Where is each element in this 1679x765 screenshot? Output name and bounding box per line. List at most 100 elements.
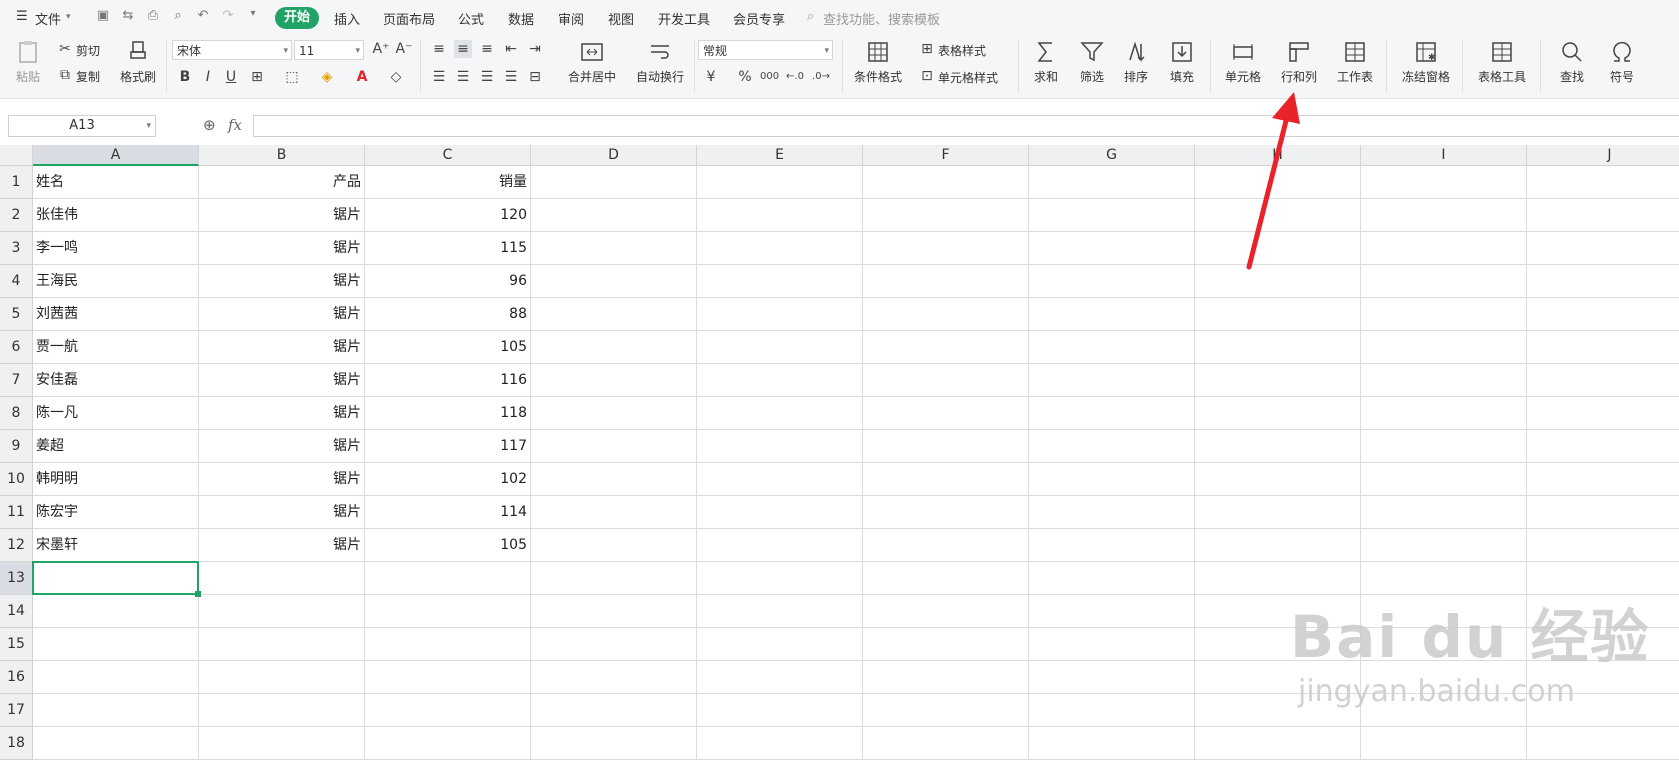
row-header-15[interactable]: 15 bbox=[0, 628, 33, 661]
column-header-g[interactable]: G bbox=[1029, 145, 1195, 166]
row-header-1[interactable]: 1 bbox=[0, 166, 33, 199]
table-style-icon[interactable]: ⊞ bbox=[918, 40, 936, 58]
cell-a10[interactable]: 韩明明 bbox=[33, 463, 199, 496]
export-icon[interactable]: ⇆ bbox=[119, 8, 137, 24]
row-header-10[interactable]: 10 bbox=[0, 463, 33, 496]
cell-c2[interactable]: 120 bbox=[365, 199, 531, 232]
justify-icon[interactable]: ☰ bbox=[502, 68, 520, 86]
cell-e10[interactable] bbox=[697, 463, 863, 496]
cell-b1[interactable]: 产品 bbox=[199, 166, 365, 199]
cell-h18[interactable] bbox=[1195, 727, 1361, 760]
cell-e5[interactable] bbox=[697, 298, 863, 331]
cell-c8[interactable]: 118 bbox=[365, 397, 531, 430]
cell-c3[interactable]: 115 bbox=[365, 232, 531, 265]
cell-g15[interactable] bbox=[1029, 628, 1195, 661]
thousands-button[interactable]: 000 bbox=[760, 68, 779, 86]
cell-h8[interactable] bbox=[1195, 397, 1361, 430]
cell-e9[interactable] bbox=[697, 430, 863, 463]
currency-button[interactable]: ¥ bbox=[702, 68, 720, 86]
cell-j8[interactable] bbox=[1527, 397, 1679, 430]
cell-e1[interactable] bbox=[697, 166, 863, 199]
cell-g17[interactable] bbox=[1029, 694, 1195, 727]
cell-a4[interactable]: 王海民 bbox=[33, 265, 199, 298]
cell-f3[interactable] bbox=[863, 232, 1029, 265]
cell-f16[interactable] bbox=[863, 661, 1029, 694]
tab-formulas[interactable]: 公式 bbox=[458, 9, 484, 28]
search-feature-input[interactable]: 查找功能、搜索模板 bbox=[823, 9, 940, 28]
cell-b4[interactable]: 锯片 bbox=[199, 265, 365, 298]
cell-b17[interactable] bbox=[199, 694, 365, 727]
cell-h7[interactable] bbox=[1195, 364, 1361, 397]
cell-i12[interactable] bbox=[1361, 529, 1527, 562]
cell-fill-pattern-icon[interactable]: ⬚ bbox=[283, 68, 301, 86]
cell-j10[interactable] bbox=[1527, 463, 1679, 496]
cell-b16[interactable] bbox=[199, 661, 365, 694]
row-header-4[interactable]: 4 bbox=[0, 265, 33, 298]
scissors-icon[interactable]: ✂ bbox=[56, 40, 74, 58]
copy-icon[interactable]: ⧉ bbox=[56, 66, 74, 84]
cell-a2[interactable]: 张佳伟 bbox=[33, 199, 199, 232]
align-center-icon[interactable]: ☰ bbox=[454, 68, 472, 86]
sort-button[interactable]: 排序 bbox=[1118, 40, 1154, 85]
cell-f11[interactable] bbox=[863, 496, 1029, 529]
cell-e12[interactable] bbox=[697, 529, 863, 562]
cell-d12[interactable] bbox=[531, 529, 697, 562]
format-painter-button[interactable]: 格式刷 bbox=[118, 40, 158, 85]
cell-i5[interactable] bbox=[1361, 298, 1527, 331]
column-header-d[interactable]: D bbox=[531, 145, 697, 166]
number-format-select[interactable]: 常规 ▾ bbox=[698, 40, 833, 60]
cell-h9[interactable] bbox=[1195, 430, 1361, 463]
cell-a14[interactable] bbox=[33, 595, 199, 628]
cell-g10[interactable] bbox=[1029, 463, 1195, 496]
cell-g6[interactable] bbox=[1029, 331, 1195, 364]
decrease-decimal-icon[interactable]: .0→ bbox=[812, 68, 830, 86]
file-menu[interactable]: 文件 bbox=[35, 9, 61, 28]
cell-g3[interactable] bbox=[1029, 232, 1195, 265]
cell-j4[interactable] bbox=[1527, 265, 1679, 298]
merge-center-button[interactable]: 合并居中 bbox=[562, 40, 622, 85]
print-icon[interactable]: ⎙ bbox=[144, 8, 162, 24]
cell-d18[interactable] bbox=[531, 727, 697, 760]
cell-h3[interactable] bbox=[1195, 232, 1361, 265]
row-header-17[interactable]: 17 bbox=[0, 694, 33, 727]
freeze-panes-button[interactable]: ✱ 冻结窗格 bbox=[1396, 40, 1456, 85]
cell-d3[interactable] bbox=[531, 232, 697, 265]
cell-d6[interactable] bbox=[531, 331, 697, 364]
cell-g7[interactable] bbox=[1029, 364, 1195, 397]
cell-e16[interactable] bbox=[697, 661, 863, 694]
cell-b9[interactable]: 锯片 bbox=[199, 430, 365, 463]
border-icon[interactable]: ⊞ bbox=[248, 68, 266, 86]
column-header-e[interactable]: E bbox=[697, 145, 863, 166]
cell-e4[interactable] bbox=[697, 265, 863, 298]
cell-i4[interactable] bbox=[1361, 265, 1527, 298]
cell-d1[interactable] bbox=[531, 166, 697, 199]
cell-b10[interactable]: 锯片 bbox=[199, 463, 365, 496]
align-left-icon[interactable]: ☰ bbox=[430, 68, 448, 86]
cell-j11[interactable] bbox=[1527, 496, 1679, 529]
increase-decimal-icon[interactable]: ←.0 bbox=[786, 68, 804, 86]
cell-e3[interactable] bbox=[697, 232, 863, 265]
cell-f8[interactable] bbox=[863, 397, 1029, 430]
cell-c9[interactable]: 117 bbox=[365, 430, 531, 463]
cell-i1[interactable] bbox=[1361, 166, 1527, 199]
cell-h4[interactable] bbox=[1195, 265, 1361, 298]
cell-g1[interactable] bbox=[1029, 166, 1195, 199]
cell-style-icon[interactable]: ⊡ bbox=[918, 67, 936, 85]
cell-b15[interactable] bbox=[199, 628, 365, 661]
cell-e2[interactable] bbox=[697, 199, 863, 232]
chevron-down-icon[interactable]: ▾ bbox=[66, 12, 71, 22]
table-tools-button[interactable]: 表格工具 bbox=[1472, 40, 1532, 85]
cell-f10[interactable] bbox=[863, 463, 1029, 496]
cell-e11[interactable] bbox=[697, 496, 863, 529]
cell-i3[interactable] bbox=[1361, 232, 1527, 265]
cell-d13[interactable] bbox=[531, 562, 697, 595]
row-header-12[interactable]: 12 bbox=[0, 529, 33, 562]
find-button[interactable]: 查找 bbox=[1550, 40, 1594, 85]
cell-c13[interactable] bbox=[365, 562, 531, 595]
cell-a3[interactable]: 李一鸣 bbox=[33, 232, 199, 265]
cell-b12[interactable]: 锯片 bbox=[199, 529, 365, 562]
cell-f15[interactable] bbox=[863, 628, 1029, 661]
font-size-select[interactable]: 11 ▾ bbox=[294, 40, 364, 60]
cell-c16[interactable] bbox=[365, 661, 531, 694]
fill-handle[interactable] bbox=[195, 591, 201, 597]
